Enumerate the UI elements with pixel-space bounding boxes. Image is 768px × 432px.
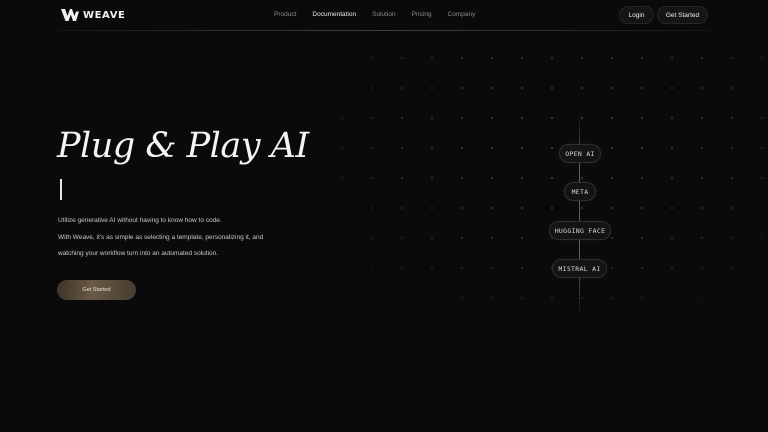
dot-grid-background: [320, 36, 768, 336]
hero-title: Plug & Play AI: [57, 126, 309, 166]
brand-name: WEAVE: [83, 9, 126, 21]
nav-link-solution[interactable]: Solution: [372, 11, 396, 18]
nav-link-pricing[interactable]: Pricing: [412, 11, 432, 18]
nav-divider: [58, 30, 708, 31]
provider-pill-mistral-ai[interactable]: MISTRAL AI: [552, 259, 607, 278]
hero-description-line-3: watching your workflow turn into an auto…: [58, 250, 219, 257]
provider-pill-meta[interactable]: META: [564, 182, 596, 201]
weave-w-icon: [61, 9, 79, 21]
text-cursor: [60, 179, 62, 200]
landing-page: WEAVE Product Documentation Solution Pri…: [0, 0, 768, 432]
nav-get-started-button[interactable]: Get Started: [657, 6, 708, 24]
brand-logo[interactable]: WEAVE: [61, 9, 126, 21]
provider-pill-open-ai[interactable]: OPEN AI: [559, 144, 601, 163]
nav-link-company[interactable]: Company: [448, 11, 476, 18]
nav-links: Product Documentation Solution Pricing C…: [274, 11, 491, 18]
hero-description-line-2: With Weave, it's as simple as selecting …: [58, 234, 264, 241]
hero-description-line-1: Utilize generative AI without having to …: [58, 217, 222, 224]
providers-connector-line: [579, 112, 580, 318]
login-button[interactable]: Login: [619, 6, 654, 24]
nav-link-product[interactable]: Product: [274, 11, 296, 18]
provider-pill-hugging-face[interactable]: HUGGING FACE: [549, 221, 611, 240]
hero-get-started-button[interactable]: Get Started: [57, 280, 136, 300]
nav-link-documentation[interactable]: Documentation: [312, 11, 356, 18]
top-navigation: WEAVE Product Documentation Solution Pri…: [0, 0, 768, 31]
